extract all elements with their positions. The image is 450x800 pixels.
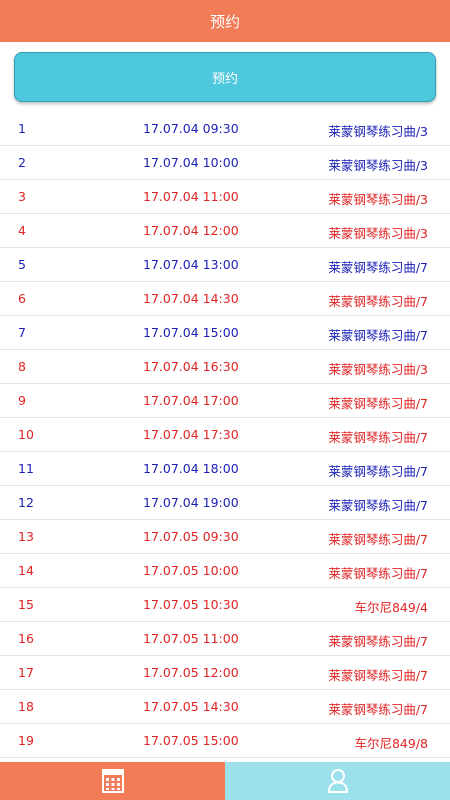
row-piece: 莱蒙钢琴练习曲/3	[328, 124, 428, 139]
table-row[interactable]: 10 17.07.04 17:30 莱蒙钢琴练习曲/7	[0, 418, 450, 452]
row-piece: 车尔尼849/4	[354, 600, 428, 615]
row-time: 17.07.05 12:00	[143, 665, 239, 680]
schedule-list[interactable]: 1 17.07.04 09:30 莱蒙钢琴练习曲/3 2 17.07.04 10:00 莱…	[0, 112, 450, 762]
row-time: 17.07.05 14:30	[143, 699, 239, 714]
table-row[interactable]: 19 17.07.05 15:00 车尔尼849/8	[0, 724, 450, 758]
tab-profile[interactable]	[225, 762, 450, 800]
row-piece: 莱蒙钢琴练习曲/3	[328, 158, 428, 173]
row-number: 11	[18, 461, 34, 476]
row-time: 17.07.04 12:00	[143, 223, 239, 238]
bottom-tab-bar	[0, 762, 450, 800]
row-number: 12	[18, 495, 34, 510]
row-time: 17.07.04 16:30	[143, 359, 239, 374]
page-title: 预约	[209, 12, 240, 31]
person-icon	[327, 769, 348, 793]
table-row[interactable]: 7 17.07.04 15:00 莱蒙钢琴练习曲/7	[0, 316, 450, 350]
row-number: 16	[18, 631, 34, 646]
row-number: 7	[18, 325, 26, 340]
row-piece: 莱蒙钢琴练习曲/7	[328, 532, 428, 547]
row-number: 15	[18, 597, 34, 612]
row-number: 13	[18, 529, 34, 544]
row-number: 10	[18, 427, 34, 442]
table-row[interactable]: 2 17.07.04 10:00 莱蒙钢琴练习曲/3	[0, 146, 450, 180]
row-time: 17.07.05 15:00	[143, 733, 239, 748]
table-row[interactable]: 18 17.07.05 14:30 莱蒙钢琴练习曲/7	[0, 690, 450, 724]
row-time: 17.07.05 11:00	[143, 631, 239, 646]
table-row[interactable]: 12 17.07.04 19:00 莱蒙钢琴练习曲/7	[0, 486, 450, 520]
row-time: 17.07.04 14:30	[143, 291, 239, 306]
row-time: 17.07.04 10:00	[143, 155, 239, 170]
row-number: 17	[18, 665, 34, 680]
row-time: 17.07.04 09:30	[143, 121, 239, 136]
row-time: 17.07.04 15:00	[143, 325, 239, 340]
row-time: 17.07.04 17:30	[143, 427, 239, 442]
row-number: 3	[18, 189, 26, 204]
row-piece: 莱蒙钢琴练习曲/7	[328, 668, 428, 683]
row-time: 17.07.05 10:00	[143, 563, 239, 578]
row-piece: 莱蒙钢琴练习曲/7	[328, 566, 428, 581]
row-piece: 莱蒙钢琴练习曲/3	[328, 362, 428, 377]
calendar-icon	[101, 769, 124, 793]
row-time: 17.07.04 11:00	[143, 189, 239, 204]
row-piece: 莱蒙钢琴练习曲/7	[328, 634, 428, 649]
row-piece: 莱蒙钢琴练习曲/7	[328, 498, 428, 513]
tab-calendar[interactable]	[0, 762, 225, 800]
row-piece: 莱蒙钢琴练习曲/3	[328, 192, 428, 207]
row-piece: 莱蒙钢琴练习曲/7	[328, 702, 428, 717]
row-piece: 莱蒙钢琴练习曲/7	[328, 294, 428, 309]
app-header: 预约	[0, 0, 450, 42]
row-piece: 莱蒙钢琴练习曲/7	[328, 464, 428, 479]
table-row[interactable]: 8 17.07.04 16:30 莱蒙钢琴练习曲/3	[0, 350, 450, 384]
row-number: 18	[18, 699, 34, 714]
table-row[interactable]: 6 17.07.04 14:30 莱蒙钢琴练习曲/7	[0, 282, 450, 316]
row-piece: 莱蒙钢琴练习曲/7	[328, 260, 428, 275]
row-time: 17.07.04 17:00	[143, 393, 239, 408]
row-number: 5	[18, 257, 26, 272]
row-number: 1	[18, 121, 26, 136]
table-row[interactable]: 17 17.07.05 12:00 莱蒙钢琴练习曲/7	[0, 656, 450, 690]
row-number: 9	[18, 393, 26, 408]
row-time: 17.07.04 13:00	[143, 257, 239, 272]
table-row[interactable]: 4 17.07.04 12:00 莱蒙钢琴练习曲/3	[0, 214, 450, 248]
reserve-button[interactable]: 预约	[14, 52, 436, 102]
row-time: 17.07.04 19:00	[143, 495, 239, 510]
table-row[interactable]: 9 17.07.04 17:00 莱蒙钢琴练习曲/7	[0, 384, 450, 418]
table-row[interactable]: 15 17.07.05 10:30 车尔尼849/4	[0, 588, 450, 622]
row-piece: 莱蒙钢琴练习曲/7	[328, 396, 428, 411]
row-number: 6	[18, 291, 26, 306]
table-row[interactable]: 3 17.07.04 11:00 莱蒙钢琴练习曲/3	[0, 180, 450, 214]
row-number: 2	[18, 155, 26, 170]
row-number: 19	[18, 733, 34, 748]
reserve-button-label: 预约	[211, 71, 238, 87]
row-time: 17.07.05 10:30	[143, 597, 239, 612]
table-row[interactable]: 16 17.07.05 11:00 莱蒙钢琴练习曲/7	[0, 622, 450, 656]
table-row[interactable]: 11 17.07.04 18:00 莱蒙钢琴练习曲/7	[0, 452, 450, 486]
row-piece: 车尔尼849/8	[354, 736, 428, 751]
table-row[interactable]: 13 17.07.05 09:30 莱蒙钢琴练习曲/7	[0, 520, 450, 554]
row-piece: 莱蒙钢琴练习曲/7	[328, 430, 428, 445]
row-piece: 莱蒙钢琴练习曲/3	[328, 226, 428, 241]
row-number: 8	[18, 359, 26, 374]
row-time: 17.07.04 18:00	[143, 461, 239, 476]
row-number: 14	[18, 563, 34, 578]
table-row[interactable]: 1 17.07.04 09:30 莱蒙钢琴练习曲/3	[0, 112, 450, 146]
row-time: 17.07.05 09:30	[143, 529, 239, 544]
table-row[interactable]: 5 17.07.04 13:00 莱蒙钢琴练习曲/7	[0, 248, 450, 282]
row-piece: 莱蒙钢琴练习曲/7	[328, 328, 428, 343]
row-number: 4	[18, 223, 26, 238]
table-row[interactable]: 14 17.07.05 10:00 莱蒙钢琴练习曲/7	[0, 554, 450, 588]
